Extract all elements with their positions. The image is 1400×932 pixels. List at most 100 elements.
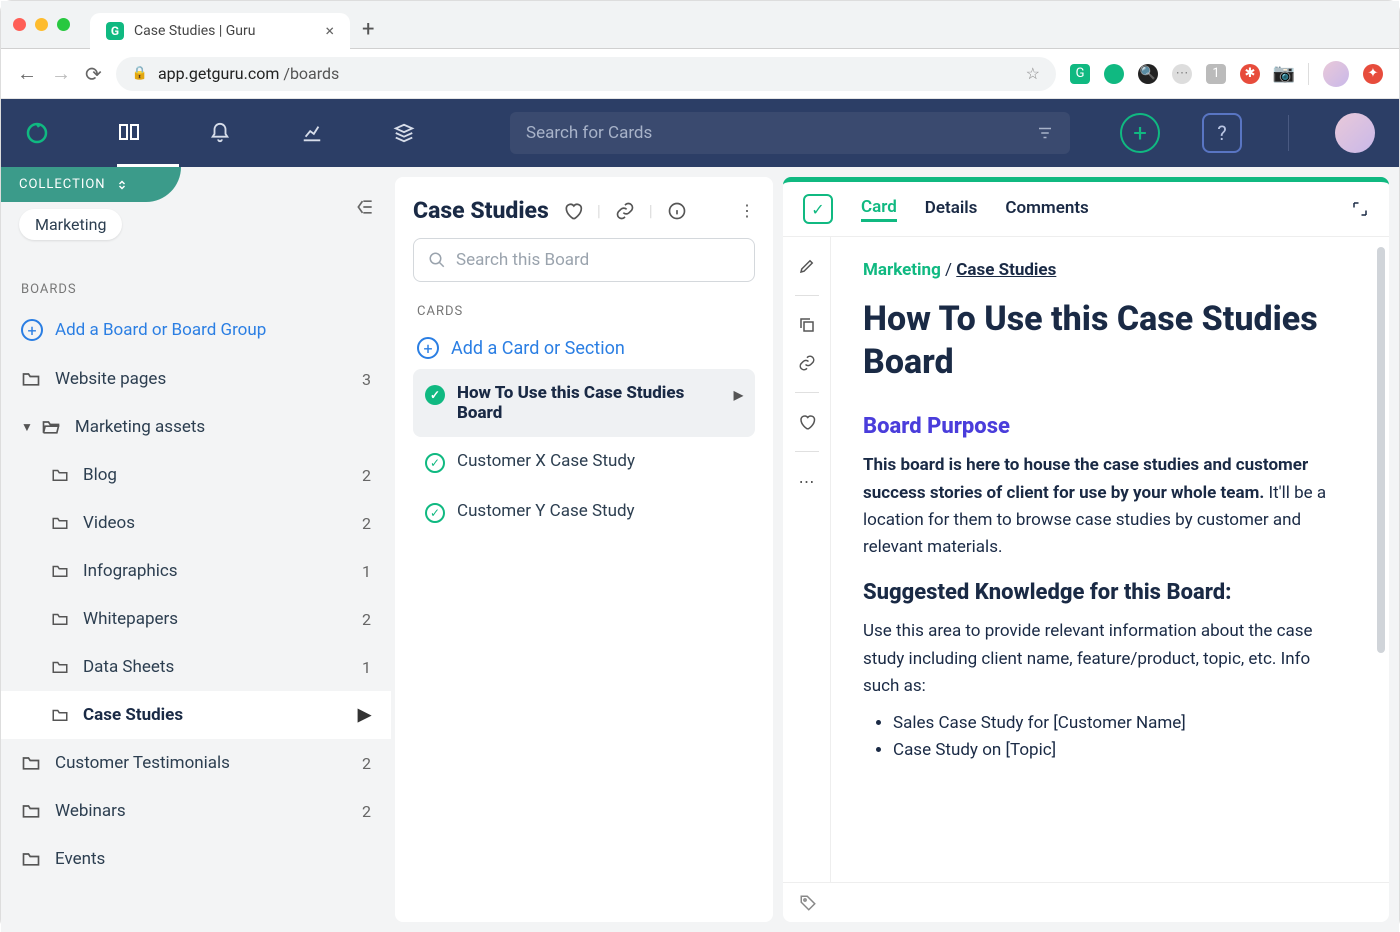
verify-checkbox[interactable]: ✓ bbox=[803, 194, 833, 224]
ext-shield-icon[interactable]: ✦ bbox=[1363, 64, 1383, 84]
tab-card[interactable]: Card bbox=[861, 197, 897, 222]
ext-search-icon[interactable]: 🔍 bbox=[1138, 64, 1158, 84]
card-label: How To Use this Case Studies Board bbox=[457, 383, 722, 423]
scrollbar[interactable] bbox=[1377, 247, 1385, 872]
link-icon[interactable] bbox=[615, 201, 635, 221]
sidebar-item-events[interactable]: Events bbox=[1, 835, 391, 883]
count: 2 bbox=[362, 514, 371, 533]
forward-button[interactable]: → bbox=[51, 61, 71, 86]
tab-title: Case Studies | Guru bbox=[134, 23, 256, 39]
window-controls bbox=[13, 18, 70, 31]
breadcrumb: Marketing / Case Studies bbox=[863, 257, 1349, 284]
sidebar-item-case-studies[interactable]: Case Studies▶ bbox=[1, 691, 391, 739]
card-detail-panel: ✓ Card Details Comments ⋯ Marketing / Ca… bbox=[783, 177, 1389, 922]
crumb-collection[interactable]: Marketing bbox=[863, 260, 941, 280]
minimize-window-button[interactable] bbox=[35, 18, 48, 31]
sidebar-item-videos[interactable]: Videos2 bbox=[1, 499, 391, 547]
bullet-item: Sales Case Study for [Customer Name] bbox=[893, 710, 1349, 737]
heart-icon[interactable] bbox=[798, 413, 816, 431]
ext-green-icon[interactable] bbox=[1104, 64, 1124, 84]
sidebar-item-testimonials[interactable]: Customer Testimonials2 bbox=[1, 739, 391, 787]
collection-chip[interactable]: Marketing bbox=[19, 209, 122, 240]
ext-camera-icon[interactable]: 📷 bbox=[1274, 64, 1294, 84]
ext-red-icon[interactable]: ✱ bbox=[1240, 64, 1260, 84]
crumb-board[interactable]: Case Studies bbox=[956, 260, 1056, 280]
add-card-button[interactable]: + Add a Card or Section bbox=[413, 327, 755, 369]
card-title: How To Use this Case Studies Board bbox=[863, 298, 1349, 383]
sidebar-item-infographics[interactable]: Infographics1 bbox=[1, 547, 391, 595]
ext-dots-icon[interactable]: ⋯ bbox=[1172, 64, 1192, 84]
info-icon[interactable] bbox=[667, 201, 687, 221]
collapse-sidebar-icon[interactable] bbox=[355, 197, 375, 217]
label: Case Studies bbox=[83, 705, 183, 725]
check-circle-icon: ✓ bbox=[425, 385, 445, 405]
board-search-input[interactable]: Search this Board bbox=[413, 238, 755, 282]
sidebar-item-data-sheets[interactable]: Data Sheets1 bbox=[1, 643, 391, 691]
browser-tab[interactable]: G Case Studies | Guru × bbox=[90, 13, 350, 49]
url-path: /boards bbox=[283, 64, 339, 83]
filter-icon[interactable] bbox=[1036, 124, 1054, 142]
sidebar-item-blog[interactable]: Blog2 bbox=[1, 451, 391, 499]
add-board-button[interactable]: + Add a Board or Board Group bbox=[1, 305, 391, 355]
count: 2 bbox=[362, 610, 371, 629]
label: Blog bbox=[83, 465, 117, 485]
star-icon[interactable]: ☆ bbox=[1026, 64, 1040, 83]
check-circle-icon: ✓ bbox=[425, 453, 445, 473]
add-button[interactable]: + bbox=[1120, 113, 1160, 153]
profile-avatar[interactable] bbox=[1323, 61, 1349, 87]
plus-circle-icon: + bbox=[417, 337, 439, 359]
browser-toolbar: ← → ⟳ 🔒 app.getguru.com/boards ☆ G 🔍 ⋯ 1… bbox=[1, 49, 1399, 99]
tab-comments[interactable]: Comments bbox=[1005, 198, 1088, 220]
folder-icon bbox=[51, 562, 69, 580]
help-button[interactable]: ? bbox=[1202, 113, 1242, 153]
tag-icon bbox=[799, 894, 817, 912]
nav-notifications-icon[interactable] bbox=[209, 122, 271, 144]
collection-header[interactable]: COLLECTION bbox=[1, 167, 181, 202]
expand-icon[interactable] bbox=[1351, 200, 1369, 218]
label: Website pages bbox=[55, 369, 166, 389]
search-input[interactable]: Search for Cards bbox=[510, 112, 1070, 154]
nav-library-icon[interactable] bbox=[117, 120, 179, 167]
maximize-window-button[interactable] bbox=[57, 18, 70, 31]
more-icon[interactable]: ⋯ bbox=[799, 472, 815, 491]
user-avatar[interactable] bbox=[1335, 113, 1375, 153]
ext-guru-icon[interactable]: G bbox=[1070, 64, 1090, 84]
edit-icon[interactable] bbox=[798, 257, 816, 275]
copy-icon[interactable] bbox=[798, 316, 816, 334]
logo-icon[interactable] bbox=[25, 121, 87, 145]
heart-icon[interactable] bbox=[563, 201, 583, 221]
ext-gray-icon[interactable]: 1 bbox=[1206, 64, 1226, 84]
card-item-selected[interactable]: ✓ How To Use this Case Studies Board ▶ bbox=[413, 369, 755, 437]
card-label: Customer X Case Study bbox=[457, 451, 635, 471]
tab-details[interactable]: Details bbox=[925, 198, 978, 220]
sidebar-item-webinars[interactable]: Webinars2 bbox=[1, 787, 391, 835]
label: Events bbox=[55, 849, 105, 869]
card-item[interactable]: ✓ Customer X Case Study bbox=[413, 437, 755, 487]
nav-analytics-icon[interactable] bbox=[301, 122, 363, 144]
plus-circle-icon: + bbox=[21, 319, 43, 341]
close-tab-icon[interactable]: × bbox=[325, 21, 334, 40]
more-icon[interactable]: ⋮ bbox=[739, 201, 755, 220]
count: 2 bbox=[362, 754, 371, 773]
reload-button[interactable]: ⟳ bbox=[85, 62, 102, 86]
sidebar-item-marketing-assets[interactable]: ▼ Marketing assets bbox=[1, 403, 391, 451]
folder-icon bbox=[51, 658, 69, 676]
sort-icon bbox=[116, 179, 128, 191]
card-item[interactable]: ✓ Customer Y Case Study bbox=[413, 487, 755, 537]
label: Marketing assets bbox=[75, 417, 205, 437]
link-icon[interactable] bbox=[798, 354, 816, 372]
sidebar-item-whitepapers[interactable]: Whitepapers 2 bbox=[1, 595, 391, 643]
count: 1 bbox=[362, 562, 371, 581]
card-content: Marketing / Case Studies How To Use this… bbox=[831, 237, 1389, 882]
folder-icon bbox=[21, 801, 41, 821]
address-bar[interactable]: 🔒 app.getguru.com/boards ☆ bbox=[116, 57, 1056, 91]
search-placeholder: Search for Cards bbox=[526, 123, 652, 143]
label: Whitepapers bbox=[83, 609, 178, 629]
back-button[interactable]: ← bbox=[17, 61, 37, 86]
sidebar-item-website-pages[interactable]: Website pages 3 bbox=[1, 355, 391, 403]
nav-stack-icon[interactable] bbox=[393, 122, 455, 144]
url-host: app.getguru.com bbox=[158, 64, 279, 83]
tag-bar[interactable] bbox=[783, 882, 1389, 922]
close-window-button[interactable] bbox=[13, 18, 26, 31]
new-tab-button[interactable]: + bbox=[362, 17, 374, 42]
